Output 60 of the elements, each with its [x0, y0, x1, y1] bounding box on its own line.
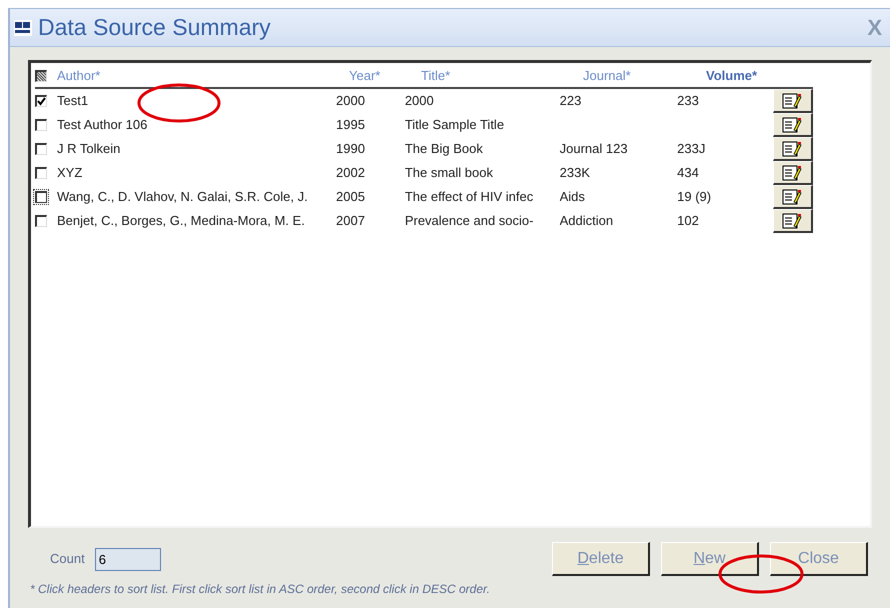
table-cell-text: The Big Book — [404, 140, 484, 158]
table-cell-text: 2002 — [336, 164, 366, 182]
column-header[interactable]: Year* — [349, 66, 421, 86]
table-cell-text: 2000 — [404, 92, 435, 110]
table-cell-text: Aids — [560, 188, 586, 206]
table-cell-text: XYZ — [57, 164, 84, 182]
table-cell-text: Test1 — [57, 92, 90, 110]
notepad-pencil-icon — [782, 164, 802, 180]
table-cell-text: Test Author 106 — [57, 116, 148, 134]
table-cell-text: 1995 — [336, 116, 366, 134]
table-cell-text: Title Sample Title — [404, 116, 506, 134]
table-cell-text: Prevalence and socio- — [404, 212, 534, 230]
table-cell-text: Journal 123 — [560, 140, 629, 158]
table-cell-text: J R Tolkein — [57, 140, 122, 158]
count-field[interactable]: 6 — [94, 548, 161, 570]
table-cell-text: 233J — [677, 140, 706, 158]
window-title: Data Source Summary — [38, 13, 271, 42]
checkbox[interactable] — [35, 215, 47, 227]
table-cell-text: 1990 — [336, 140, 366, 158]
notepad-pencil-icon — [782, 188, 802, 204]
edit-button[interactable] — [772, 161, 813, 185]
column-header[interactable]: Journal* — [583, 66, 706, 86]
table-cell-text: Benjet, C., Borges, G., Medina-Mora, M. E. — [57, 212, 306, 230]
notepad-pencil-icon — [782, 140, 802, 156]
window-close-button[interactable]: X — [867, 11, 882, 44]
table-cell-text: 19 (9) — [677, 188, 712, 206]
checkbox[interactable] — [35, 95, 47, 107]
column-header[interactable]: Author* — [57, 66, 349, 86]
count-label: Count — [50, 550, 85, 568]
table-cell-text: 102 — [677, 212, 700, 230]
notepad-pencil-icon — [782, 92, 802, 108]
checkbox[interactable] — [35, 167, 47, 179]
dialog-button[interactable]: Close — [770, 542, 868, 576]
column-header[interactable]: Volume* — [706, 66, 806, 86]
checkbox[interactable] — [35, 119, 47, 131]
edit-button[interactable] — [772, 185, 813, 209]
table-cell-text: Addiction — [560, 212, 614, 230]
notepad-pencil-icon — [782, 212, 802, 228]
table-cell-text: 2005 — [336, 188, 366, 206]
table-cell-text: 233K — [560, 164, 591, 182]
edit-button[interactable] — [772, 137, 813, 161]
select-all-checkbox[interactable] — [35, 70, 47, 82]
checkbox[interactable] — [35, 143, 47, 155]
column-header[interactable]: Title* — [421, 66, 583, 86]
database-icon — [14, 20, 32, 36]
table-cell-text: 233 — [677, 92, 700, 110]
edit-button[interactable] — [772, 113, 813, 137]
footer-note: * Click headers to sort list. First click sort list in ASC order, second click in DESC order. — [30, 581, 491, 598]
dialog-button[interactable]: New — [661, 542, 759, 576]
edit-button[interactable] — [772, 209, 813, 233]
table-cell-text: 2007 — [336, 212, 366, 230]
table-cell-text: The effect of HIV infec — [404, 188, 534, 206]
table-cell-text: 223 — [560, 92, 582, 110]
notepad-pencil-icon — [782, 116, 802, 132]
table-cell-text: 434 — [677, 164, 700, 182]
edit-button[interactable] — [772, 89, 813, 113]
table-cell-text: The small book — [404, 164, 494, 182]
table-cell-text: 2000 — [336, 92, 366, 110]
dialog-button[interactable]: Delete — [552, 542, 650, 576]
table-cell-text: Wang, C., D. Vlahov, N. Galai, S.R. Cole, J. — [57, 188, 309, 206]
